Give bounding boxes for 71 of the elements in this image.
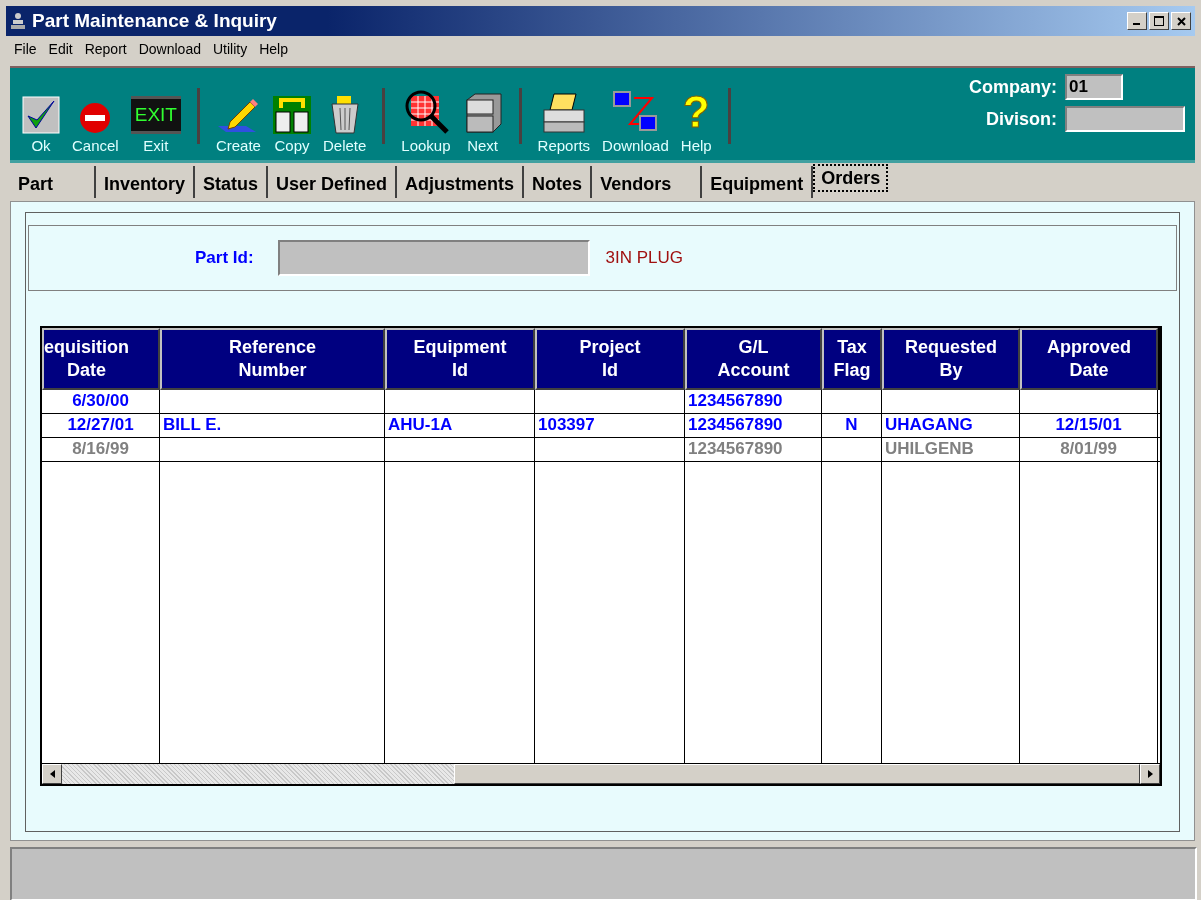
part-description: 3IN PLUG xyxy=(605,248,684,268)
column-header[interactable]: Tax Flag xyxy=(822,328,882,390)
table-cell: 12/27/01 xyxy=(42,414,160,437)
checkmark-icon xyxy=(22,96,60,134)
menu-item[interactable]: File xyxy=(14,41,37,59)
table-cell: 12/15/01 xyxy=(1020,414,1158,437)
field-label: Part Id: xyxy=(195,248,254,268)
table-cell: BILL E. xyxy=(160,414,385,437)
table-cell: 8/16/99 xyxy=(42,438,160,461)
scroll-right-button[interactable] xyxy=(1140,764,1160,784)
toolbar-button[interactable]: Download xyxy=(598,76,673,154)
close-button[interactable] xyxy=(1171,12,1191,30)
column-header[interactable]: Project Id xyxy=(535,328,685,390)
menu-item[interactable]: Report xyxy=(84,41,127,59)
field-label: Divison: xyxy=(986,108,1057,130)
tab[interactable]: Orders xyxy=(813,164,889,192)
table-cell: 6/30/00 xyxy=(42,390,160,413)
toolbar-button[interactable]: Reports xyxy=(533,76,595,154)
toolbar-button[interactable]: Next xyxy=(458,76,507,154)
toolbar-button[interactable]: EXIT Exit xyxy=(126,76,185,154)
maximize-icon xyxy=(1154,16,1164,26)
toolbar-button[interactable]: Cancel xyxy=(68,76,123,154)
column-header[interactable]: Requested By xyxy=(882,328,1020,390)
table-cell: 8/01/99 xyxy=(1020,438,1158,461)
toolbar-button[interactable]: Delete xyxy=(318,76,371,154)
column-header[interactable]: Approved Date xyxy=(1020,328,1158,390)
field-label: Company: xyxy=(969,76,1057,98)
table-cell: 1234567890 xyxy=(685,438,822,461)
no-entry-icon xyxy=(79,102,112,134)
trash-can-icon xyxy=(328,96,361,134)
toolbar-button[interactable]: Create xyxy=(211,76,265,154)
horizontal-scrollbar[interactable] xyxy=(42,763,1160,784)
menu-item[interactable]: Help xyxy=(259,41,288,59)
scroll-thumb[interactable] xyxy=(454,764,1140,784)
right-arrow-icon xyxy=(1147,770,1153,778)
pencil-pad-icon xyxy=(216,98,261,134)
table-cell: 103397 xyxy=(535,414,685,437)
scroll-left-button[interactable] xyxy=(42,764,62,784)
menu-item[interactable]: Download xyxy=(138,41,201,59)
table-row[interactable]: 12/27/01 BILL E. AHU-1A 103397 1234567890 N UHAGANG 12/15/01 xyxy=(42,414,1160,438)
toolbar-button[interactable]: Ok xyxy=(18,76,64,154)
app-icon xyxy=(10,12,26,30)
close-icon xyxy=(1176,16,1186,26)
table-cell: UHILGENB xyxy=(882,438,1020,461)
table-cell: AHU-1A xyxy=(385,414,535,437)
menu-item[interactable]: Utility xyxy=(213,41,248,59)
table-cell: UHAGANG xyxy=(882,414,1020,437)
column-header[interactable]: G/L Account xyxy=(685,328,822,390)
division-field[interactable] xyxy=(1065,106,1185,132)
copy-pages-icon xyxy=(272,96,311,134)
printer-icon xyxy=(541,92,586,134)
network-computers-icon xyxy=(612,90,659,134)
menu-item[interactable]: Edit xyxy=(48,41,73,59)
part-id-field[interactable] xyxy=(277,240,590,276)
exit-sign-icon: EXIT xyxy=(130,96,181,134)
left-arrow-icon xyxy=(49,770,55,778)
question-mark-icon: ? xyxy=(682,90,710,134)
table-cell: 1234567890 xyxy=(685,390,822,413)
column-header[interactable]: Equipment Id xyxy=(385,328,535,390)
company-field[interactable]: 01 xyxy=(1065,74,1123,100)
toolbar-button[interactable]: Copy xyxy=(268,76,315,154)
table-row[interactable]: 6/30/00 1234567890 xyxy=(42,390,1160,414)
maximize-button[interactable] xyxy=(1149,12,1169,30)
toolbar-button[interactable]: Lookup xyxy=(397,76,455,154)
window-title: Part Maintenance & Inquiry xyxy=(32,10,277,32)
table-cell: 1234567890 xyxy=(685,414,822,437)
toolbar-button[interactable]: ? Help xyxy=(676,76,716,154)
minimize-button[interactable] xyxy=(1127,12,1147,30)
column-header[interactable]: equisition Date xyxy=(42,328,160,390)
column-header[interactable]: Reference Number xyxy=(160,328,385,390)
table-cell: N xyxy=(822,414,882,437)
